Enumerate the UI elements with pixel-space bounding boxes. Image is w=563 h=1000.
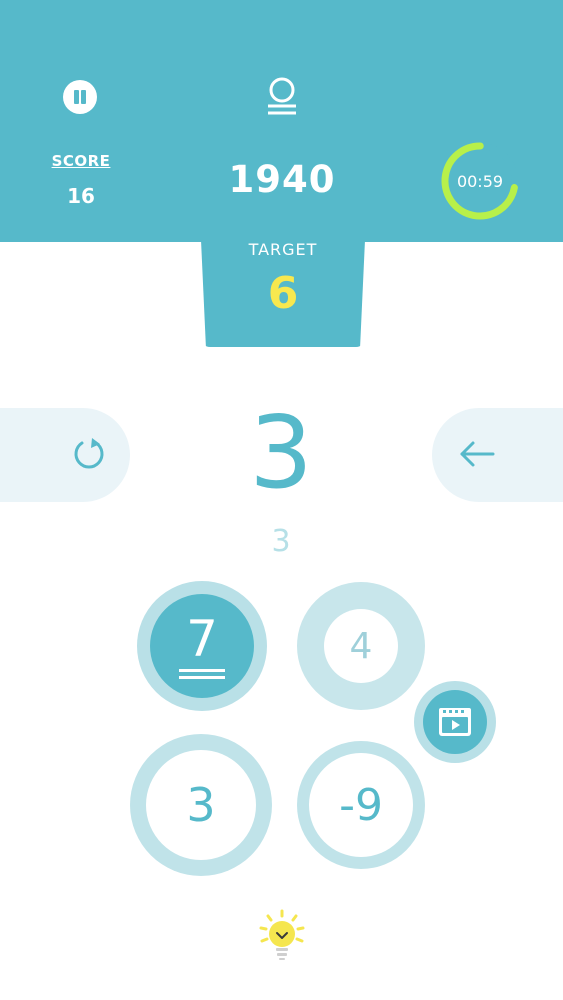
lightbulb-icon[interactable] [257,909,307,963]
arrow-left-icon[interactable] [459,440,495,468]
number-tile[interactable]: 3 [130,734,272,876]
pause-icon [74,90,79,104]
number-tile-used[interactable]: 4 [297,582,425,710]
tile-underline [179,669,225,672]
reset-panel[interactable] [0,408,130,502]
expression-text: 3 [271,524,291,559]
target-label: TARGET [248,240,318,259]
watch-video-button[interactable] [414,681,496,763]
pause-button[interactable] [63,80,97,114]
timer-text: 00:59 [456,172,504,191]
tile-value: 3 [186,778,216,832]
score-value: 16 [67,184,95,208]
tile-value: 7 [186,610,218,668]
tile-underline [179,676,225,679]
back-panel[interactable] [432,408,563,502]
reset-icon[interactable] [72,437,106,471]
video-icon [439,708,471,736]
target-value: 6 [267,268,299,319]
number-tile-selected[interactable]: 7 [137,581,267,711]
coin-stack-icon[interactable] [266,76,298,118]
points-total: 1940 [228,158,336,201]
tile-value: -9 [339,779,383,831]
score-label: SCORE [51,152,111,170]
current-value: 3 [249,394,313,511]
pause-icon-bar [81,90,86,104]
tile-value: 4 [349,625,373,667]
number-tile[interactable]: -9 [297,741,425,869]
